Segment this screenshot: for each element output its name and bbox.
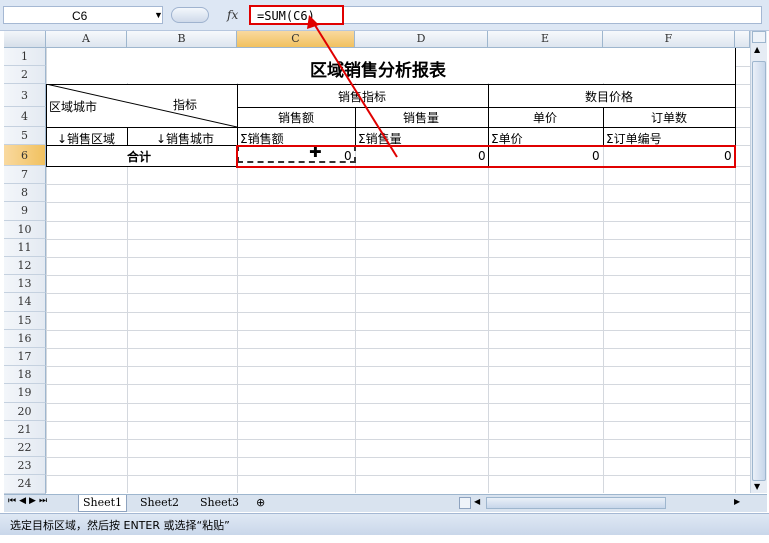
- split-handle[interactable]: [752, 31, 766, 43]
- tab-sheet2[interactable]: Sheet2: [136, 495, 183, 511]
- vertical-scroll-thumb[interactable]: [752, 61, 766, 481]
- tab-sheet3[interactable]: Sheet3: [196, 495, 243, 511]
- tab-sheet1[interactable]: Sheet1: [78, 495, 128, 512]
- scroll-up-icon[interactable]: ▲: [754, 45, 760, 54]
- insert-sheet-icon[interactable]: ⊕: [256, 496, 265, 509]
- scroll-left-icon[interactable]: ◀: [474, 497, 480, 506]
- scroll-down-icon[interactable]: ▼: [754, 482, 760, 491]
- annotation-arrow: [307, 15, 398, 158]
- status-bar: 选定目标区域，然后按 ENTER 或选择“粘贴”: [0, 513, 769, 535]
- vertical-scrollbar[interactable]: ▲ ▼: [750, 31, 767, 493]
- horizontal-scroll-thumb[interactable]: [486, 497, 666, 509]
- sheet-nav-icons[interactable]: ⏮◀▶⏭: [8, 496, 50, 506]
- scroll-right-icon[interactable]: ▶: [734, 497, 740, 506]
- sheet-tab-bar: ⏮◀▶⏭ Sheet1 Sheet2 Sheet3 ⊕ ◀ ▶: [4, 494, 767, 512]
- status-text: 选定目标区域，然后按 ENTER 或选择“粘贴”: [10, 519, 230, 532]
- tab-split-handle[interactable]: [459, 497, 471, 509]
